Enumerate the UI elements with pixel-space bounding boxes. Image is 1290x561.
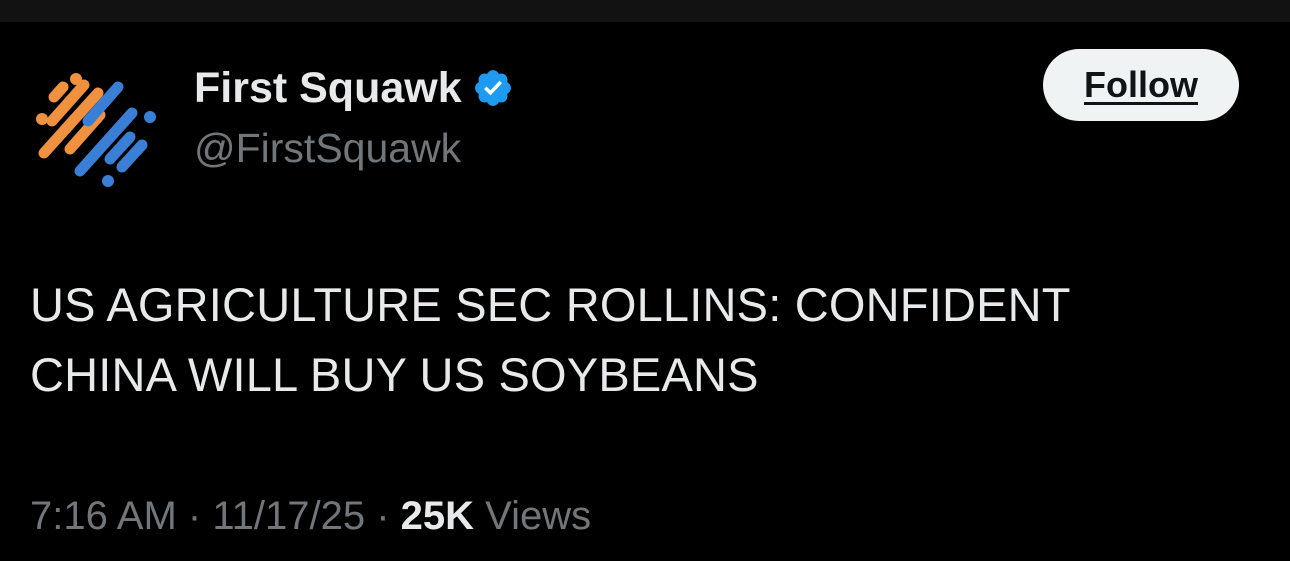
meta-separator: · [376, 494, 390, 538]
follow-button[interactable]: Follow [1043, 49, 1239, 121]
avatar[interactable] [30, 69, 160, 199]
tweet-text: US AGRICULTURE SEC ROLLINS: CONFIDENT CH… [30, 278, 1071, 401]
views-label: Views [485, 494, 592, 538]
first-squawk-logo-icon [36, 73, 156, 187]
meta-separator: · [187, 494, 202, 538]
tweet-time[interactable]: 7:16 AM [30, 494, 177, 538]
top-strip [0, 0, 1290, 22]
tweet-card: First Squawk @FirstSquawk Follow US AGRI… [0, 22, 1290, 561]
tweet-meta: 7:16 AM · 11/17/25 · 25K Views [30, 488, 591, 544]
display-name[interactable]: First Squawk [194, 62, 462, 114]
name-row: First Squawk [194, 62, 514, 114]
views-count: 25K [400, 494, 475, 538]
handle[interactable]: @FirstSquawk [194, 122, 461, 174]
verified-badge-icon [474, 70, 511, 106]
tweet-date[interactable]: 11/17/25 [212, 494, 365, 538]
